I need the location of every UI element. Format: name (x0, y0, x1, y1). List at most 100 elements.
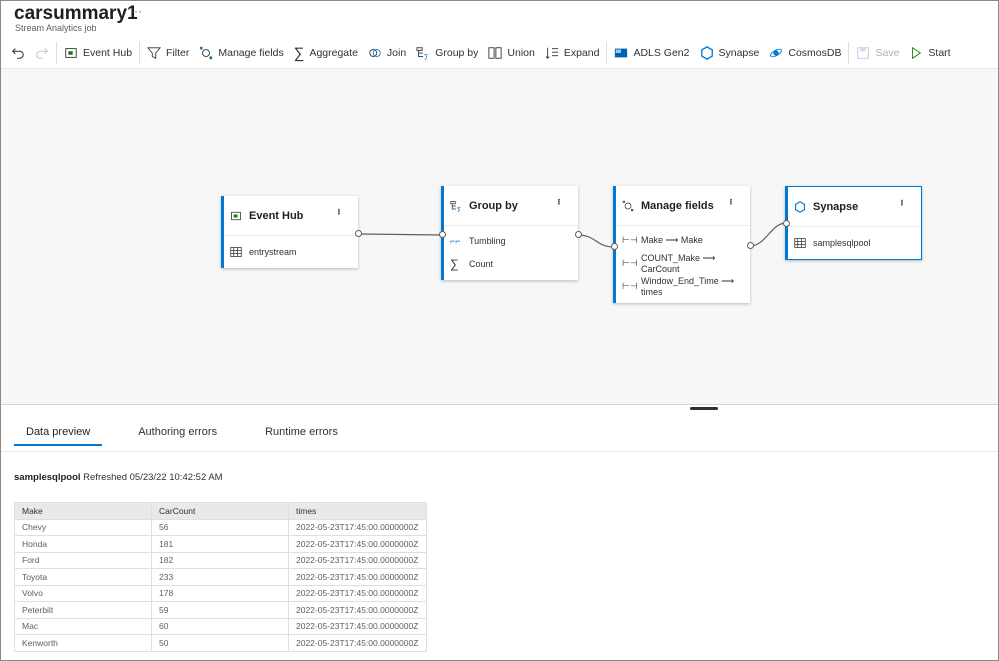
event-hub-icon (65, 48, 77, 58)
job-title: carsummary1 (14, 3, 138, 24)
table-row: Chevy 56 2022-05-23T17:45:00.0000000Z (14, 518, 427, 536)
table-cell: Volvo (14, 584, 152, 602)
expand-button[interactable]: Expand (540, 41, 605, 65)
table-cell: 2022-05-23T17:45:00.0000000Z (288, 601, 427, 619)
toolbar-divider (139, 42, 141, 64)
table-cell: 233 (151, 568, 289, 586)
adls-gen2-button[interactable]: ADLS Gen2 (609, 41, 694, 65)
event-hub-icon (231, 211, 241, 220)
toolbar: Event Hub Filter Manage fields ∑ Aggregat… (0, 40, 956, 66)
field-map-icon: ⊢⊣ (622, 281, 638, 291)
node-synapse[interactable]: Synapse ··· samplesqlpool (783, 186, 922, 260)
bottom-tabs: Data preview Authoring errors Runtime er… (14, 426, 350, 446)
node-row: COUNT_Make ⟶ CarCount (641, 253, 716, 274)
label: ADLS Gen2 (633, 47, 690, 59)
toolbar-divider (606, 42, 608, 64)
tab-authoring-errors[interactable]: Authoring errors (126, 426, 229, 446)
table-icon (794, 238, 806, 248)
field-map-icon: ⊢⊣ (622, 235, 638, 245)
connector-eventhub-groupby (357, 233, 443, 236)
node-row: Tumbling (469, 235, 506, 246)
table-cell: Kenworth (14, 634, 152, 652)
join-button[interactable]: Join (363, 41, 411, 65)
table-row: Peterbilt 59 2022-05-23T17:45:00.0000000Z (14, 601, 427, 619)
union-button[interactable]: Union (483, 41, 539, 65)
play-icon (912, 46, 922, 60)
column-header: CarCount (151, 502, 289, 520)
table-icon (230, 247, 242, 257)
filter-button[interactable]: Filter (142, 41, 194, 65)
node-title: Group by (469, 199, 518, 212)
cosmosdb-button[interactable]: CosmosDB (764, 41, 846, 65)
column-header: times (288, 502, 427, 520)
synapse-button[interactable]: Synapse (695, 41, 765, 65)
event-hub-button[interactable]: Event Hub (59, 41, 137, 65)
group-by-icon: ∑ (450, 200, 461, 212)
table-row: Kenworth 50 2022-05-23T17:45:00.0000000Z (14, 634, 427, 652)
table-cell: 56 (151, 518, 289, 536)
manage-fields-button[interactable]: Manage fields (194, 41, 288, 65)
aggregate-button[interactable]: ∑ Aggregate (289, 41, 363, 65)
node-menu-icon[interactable]: ··· (724, 198, 738, 204)
group-by-icon: ∑ (416, 47, 429, 60)
sigma-icon: ∑ (450, 256, 459, 271)
tab-data-preview[interactable]: Data preview (14, 426, 103, 446)
cosmosdb-icon (770, 48, 783, 58)
group-by-button[interactable]: ∑ Group by (411, 41, 483, 65)
panel-resize-handle[interactable] (690, 407, 718, 410)
table-cell: 50 (151, 634, 289, 652)
table-cell: Peterbilt (14, 601, 152, 619)
manage-fields-icon (200, 46, 213, 60)
column-header: Make (14, 502, 152, 520)
table-cell: Ford (14, 551, 152, 569)
redo-icon (36, 48, 48, 59)
table-cell: 182 (151, 551, 289, 569)
label: Group by (435, 47, 479, 59)
table-row: Honda 181 2022-05-23T17:45:00.0000000Z (14, 535, 427, 553)
node-title: Synapse (813, 200, 859, 213)
svg-text:∑: ∑ (424, 54, 429, 60)
input-port[interactable] (611, 243, 618, 250)
tab-runtime-errors[interactable]: Runtime errors (253, 426, 350, 446)
adls-icon (615, 48, 628, 58)
node-group-by[interactable]: ∑ Group by ··· ⌐⌐ Tumbling ∑ Count (439, 186, 582, 280)
label: Start (928, 47, 951, 59)
redo-button[interactable] (30, 41, 54, 65)
node-row: Window_End_Time ⟶ times (641, 276, 735, 297)
node-menu-icon[interactable]: ··· (332, 208, 346, 214)
table-cell: Honda (14, 535, 152, 553)
node-menu-icon[interactable]: ··· (895, 199, 909, 205)
table-row: Volvo 178 2022-05-23T17:45:00.0000000Z (14, 584, 427, 602)
save-icon (857, 47, 870, 59)
join-icon (369, 49, 381, 57)
label: Save (875, 47, 900, 59)
node-menu-icon[interactable]: ··· (552, 198, 566, 204)
table-cell: 2022-05-23T17:45:00.0000000Z (288, 518, 427, 536)
output-port[interactable] (575, 231, 582, 238)
node-event-hub[interactable]: Event Hub ··· entrystream (221, 196, 362, 268)
table-cell: 2022-05-23T17:45:00.0000000Z (288, 617, 427, 635)
output-port[interactable] (355, 230, 362, 237)
input-port[interactable] (783, 220, 790, 227)
table-cell: 60 (151, 617, 289, 635)
diagram-canvas[interactable]: Event Hub ··· entrystream ∑ Group by ··· ⌐⌐… (1, 68, 998, 405)
toolbar-divider (56, 42, 57, 64)
more-options-button[interactable]: ··· (130, 4, 142, 18)
connector-groupby-manage (577, 234, 615, 248)
undo-button[interactable] (6, 41, 30, 65)
label: Join (386, 47, 407, 59)
table-cell: 59 (151, 601, 289, 619)
node-row: samplesqlpool (813, 238, 871, 248)
svg-text:∑: ∑ (457, 207, 461, 212)
sigma-icon: ∑ (293, 44, 305, 62)
start-button[interactable]: Start (904, 41, 955, 65)
table-cell: 2022-05-23T17:45:00.0000000Z (288, 634, 427, 652)
node-title: Event Hub (249, 209, 304, 222)
save-button[interactable]: Save (851, 41, 904, 65)
node-manage-fields[interactable]: Manage fields ··· ⊢⊣ Make ⟶ Make ⊢⊣ COUNT_M… (611, 186, 754, 303)
input-port[interactable] (439, 231, 446, 238)
output-port[interactable] (747, 242, 754, 249)
expand-icon (545, 47, 558, 59)
refresh-status: samplesqlpool Refreshed 05/23/22 10:42:5… (14, 472, 223, 483)
table-row: Toyota 233 2022-05-23T17:45:00.0000000Z (14, 568, 427, 586)
